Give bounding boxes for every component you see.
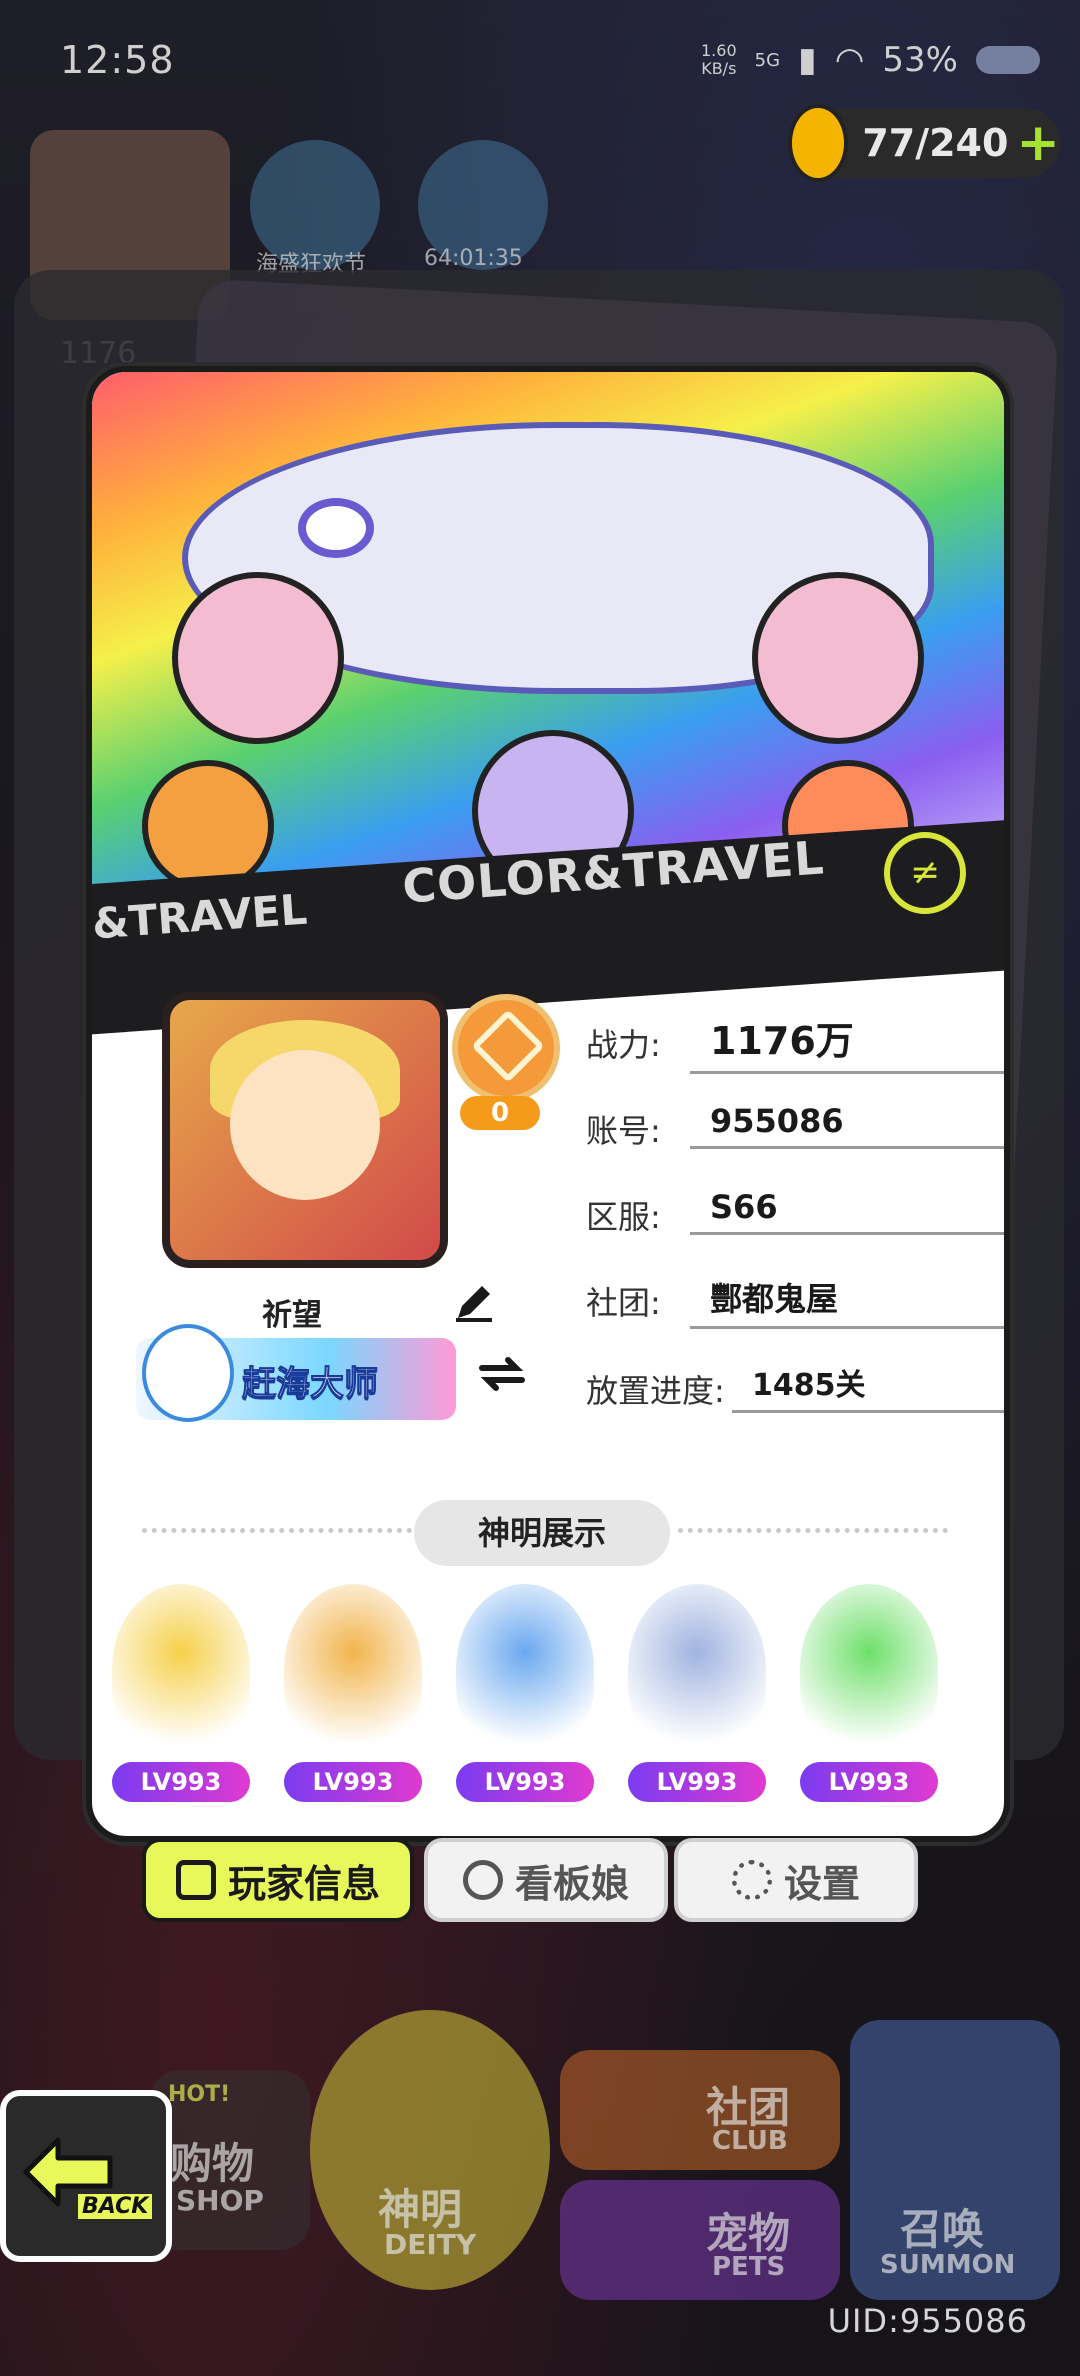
energy-counter[interactable]: 77/240 + <box>788 104 1060 182</box>
player-title: 赶海大师 <box>242 1364 379 1405</box>
battery-icon <box>976 46 1040 74</box>
status-bar: 12:58 1.60 KB/s 5G ▮ ◠ 53% <box>0 0 1080 120</box>
tab-mascot[interactable]: 看板娘 <box>424 1838 668 1922</box>
user-icon <box>462 1860 503 1900</box>
label-account: 账号: <box>586 1112 661 1150</box>
rank-value: 0 <box>460 1096 540 1130</box>
energy-drop-icon <box>788 104 849 182</box>
gear-icon <box>731 1860 772 1900</box>
banner-hand-right <box>752 572 924 744</box>
tab-settings[interactable]: 设置 <box>674 1838 918 1922</box>
shop-label-en: SHOP <box>176 2184 264 2217</box>
title-bird-icon <box>142 1324 234 1422</box>
battery-percent: 53% <box>882 40 958 80</box>
status-time: 12:58 <box>60 38 175 82</box>
club-label-en: CLUB <box>712 2126 788 2156</box>
signal-icon: ▮ <box>798 40 817 80</box>
deity-card[interactable]: LV993 <box>450 1584 600 1824</box>
label-club: 社团: <box>586 1284 661 1322</box>
back-button[interactable]: BACK <box>0 2090 172 2262</box>
add-energy-icon[interactable]: + <box>1016 113 1060 173</box>
summon-label-en: SUMMON <box>880 2250 1016 2280</box>
back-label: BACK <box>78 2194 153 2219</box>
player-info-icon <box>175 1860 216 1900</box>
network-type: 5G <box>754 49 781 71</box>
deity-level-badge: LV993 <box>284 1762 422 1802</box>
deity-portrait <box>628 1584 766 1754</box>
deity-showcase-title: 神明展示 <box>414 1500 670 1566</box>
deity-portrait <box>456 1584 594 1754</box>
divider-right <box>678 1528 948 1533</box>
deity-portrait <box>284 1584 422 1754</box>
swap-title-icon[interactable] <box>476 1354 528 1394</box>
shop-label: 购物 <box>170 2139 255 2188</box>
player-title-badge[interactable]: 赶海大师 <box>136 1324 456 1422</box>
banner-logo-icon: ≠ <box>884 832 966 914</box>
nav-pets[interactable] <box>560 2180 840 2300</box>
player-info-card: &TRAVEL COLOR&TRAVEL ≠ 0 祈望 赶海大师 战力: 117… <box>86 366 1010 1842</box>
player-portrait[interactable] <box>162 992 448 1268</box>
rank-badge-icon[interactable] <box>452 994 560 1102</box>
deity-card[interactable]: LV993 <box>622 1584 772 1824</box>
event-timer: 64:01:35 <box>424 246 523 271</box>
pets-label-en: PETS <box>712 2252 786 2282</box>
net-speed: 1.60 KB/s <box>701 41 737 78</box>
value-power: 1176万 <box>690 1010 1004 1074</box>
energy-value: 77/240 <box>862 121 1009 165</box>
edit-name-icon[interactable] <box>452 1280 496 1324</box>
label-idle-progress: 放置进度: <box>586 1372 725 1410</box>
divider-left <box>142 1528 412 1533</box>
label-power: 战力: <box>586 1026 661 1064</box>
deity-level-badge: LV993 <box>800 1762 938 1802</box>
deity-portrait <box>800 1584 938 1754</box>
nav-club[interactable] <box>560 2050 840 2170</box>
tab-player-info[interactable]: 玩家信息 <box>142 1838 414 1922</box>
deity-level-badge: LV993 <box>112 1762 250 1802</box>
value-account[interactable]: 955086 <box>690 1102 1004 1149</box>
deity-card[interactable]: LV993 <box>794 1584 944 1824</box>
deity-card[interactable]: LV993 <box>106 1584 256 1824</box>
value-server: S66 <box>690 1188 1004 1235</box>
player-name: 祈望 <box>262 1298 322 1333</box>
value-club: 酆都鬼屋 <box>690 1274 1004 1329</box>
shop-hot-badge: HOT! <box>168 2082 231 2107</box>
deity-label-en: DEITY <box>384 2228 477 2261</box>
summon-label: 召唤 <box>900 2205 985 2254</box>
deity-level-badge: LV993 <box>628 1762 766 1802</box>
wifi-icon: ◠ <box>834 40 865 80</box>
deity-card[interactable]: LV993 <box>278 1584 428 1824</box>
value-idle-progress: 1485关 <box>732 1360 1004 1413</box>
label-server: 区服: <box>586 1198 661 1236</box>
deity-portrait <box>112 1584 250 1754</box>
deity-level-badge: LV993 <box>456 1762 594 1802</box>
uid-label: UID:955086 <box>827 2302 1028 2340</box>
banner-hand-left <box>172 572 344 744</box>
